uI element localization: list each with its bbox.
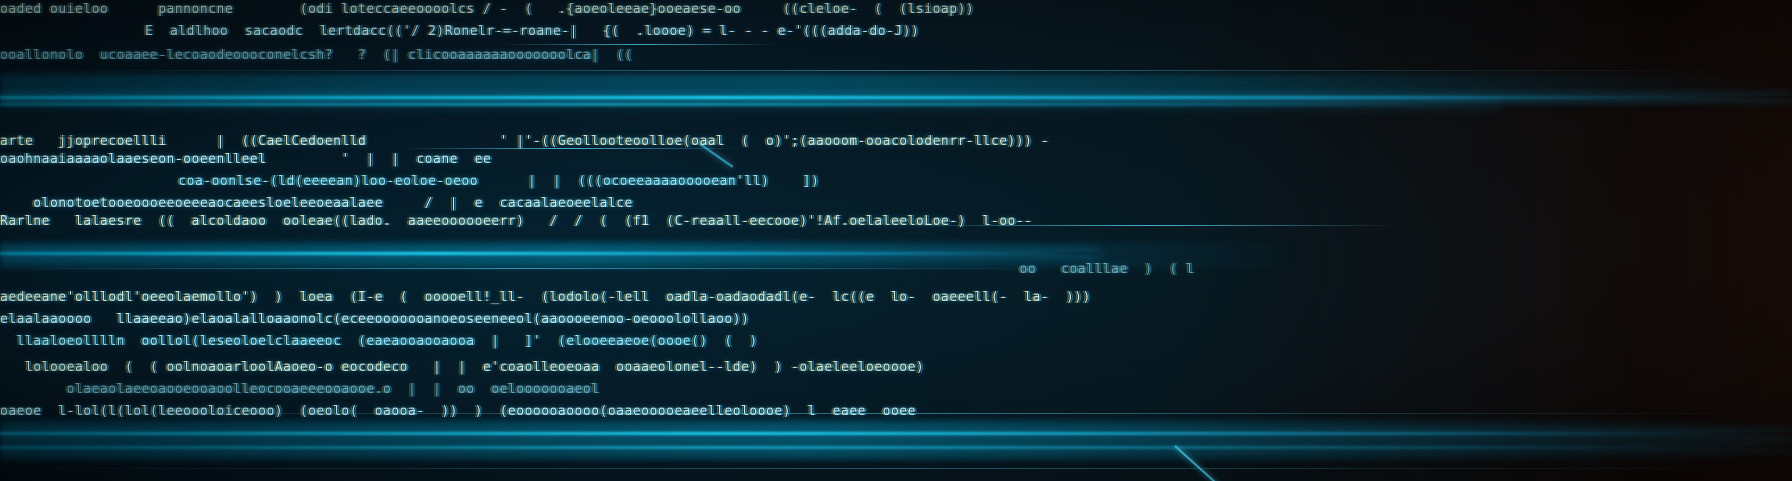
code-line: coa-oonlse-(ld(eeeean)loo-eoloe-oeoo | |… bbox=[120, 174, 820, 189]
code-line: E aldlhoo sacaodc lertdacc(('/ 2)Ronelr-… bbox=[120, 24, 920, 39]
code-line: olonotoetooeoooeeoeeeaocaeesloeleeoeaala… bbox=[0, 196, 633, 211]
code-line: arte jjoprecoellli | ((CaelCedoenlld ' |… bbox=[0, 134, 1050, 149]
code-line: oaohnaaiaaaaolaaeseon-ooeenlleel ' | | c… bbox=[0, 152, 492, 167]
thin-streak bbox=[0, 468, 1792, 469]
glitch-code-background: oaded ouieloo pannoncne (odi loteccaeeoo… bbox=[0, 0, 1792, 481]
code-line: olaeaolaeeoaooeooaoolleocooaeeeooaooe.o … bbox=[0, 382, 600, 397]
code-line: oaeoe l-lol(l(lol(leeoooloiceooo) (oeolo… bbox=[0, 404, 916, 419]
thin-streak bbox=[500, 44, 780, 45]
code-line: Rarlne lalaesre (( alcoldaoo ooleae((lad… bbox=[0, 214, 1033, 229]
light-streak bbox=[0, 96, 1792, 99]
thin-streak bbox=[0, 70, 1792, 71]
code-line: aedeeane'olllodl'oeeolaemollo') ) loea (… bbox=[0, 290, 1091, 305]
light-streak bbox=[0, 252, 1100, 255]
code-line: ooallonolo ucoaaee-lecoaodeoooconelcsh? … bbox=[0, 48, 633, 63]
haze-band bbox=[0, 420, 1792, 460]
light-streak bbox=[0, 446, 1792, 449]
light-streak bbox=[0, 432, 1792, 435]
code-line: llaaloeolllln oollol(leseoloelclaaeeoc (… bbox=[0, 334, 758, 349]
code-line: elaalaaoooo llaaeeao)elaoalalloaaonolc(e… bbox=[0, 312, 750, 327]
haze-band bbox=[0, 74, 1792, 104]
code-line: oo coalllae ) ( l bbox=[420, 262, 1195, 277]
code-line: lolooealoo ( ( oolnoaoarloolAaoeo-o eoco… bbox=[0, 360, 925, 375]
code-line: oaded ouieloo pannoncne (odi loteccaeeoo… bbox=[0, 2, 975, 17]
light-streak bbox=[0, 103, 1500, 106]
